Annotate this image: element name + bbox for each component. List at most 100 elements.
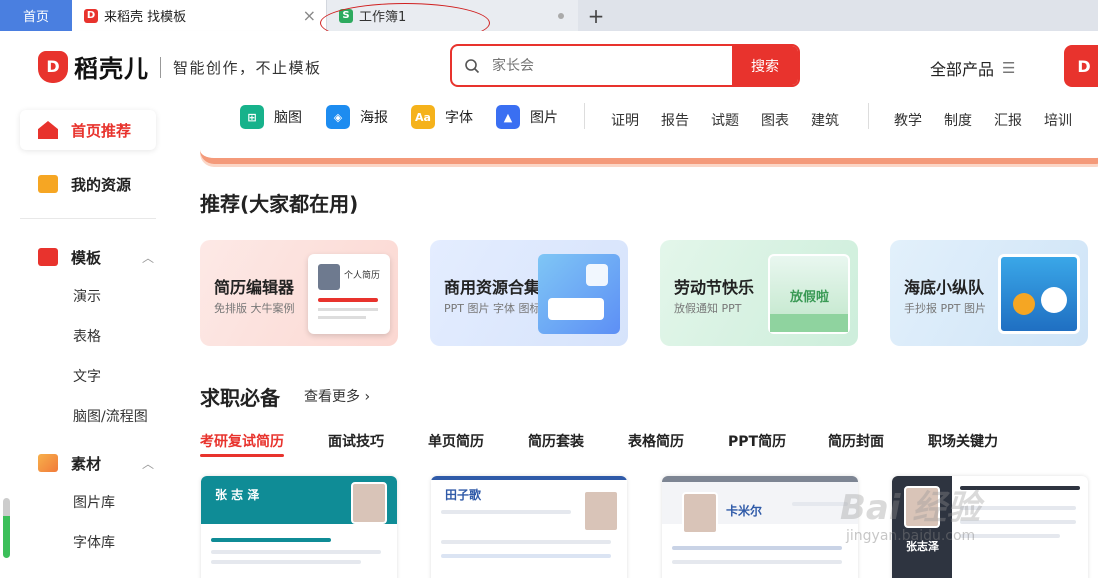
rec-card-subtitle: PPT 图片 字体 图标 (444, 302, 541, 315)
job-tab-grad-resume[interactable]: 考研复试简历 (200, 431, 284, 451)
sidebar-item-home-recommend[interactable]: 首页推荐 (20, 110, 156, 150)
rec-card-title: 简历编辑器 (214, 278, 295, 297)
rec-card-title: 劳动节快乐 (674, 278, 755, 297)
job-tab-resume-set[interactable]: 简历套装 (528, 431, 584, 451)
grid-icon (586, 264, 608, 286)
job-tab-table-resume[interactable]: 表格简历 (628, 431, 684, 451)
text-line (672, 560, 842, 564)
see-more-label: 查看更多 (304, 389, 360, 405)
sidebar-item-materials[interactable]: 素材 ︿ (20, 443, 156, 483)
rec-card-labor-day[interactable]: 劳动节快乐 放假通知 PPT 放假啦 (660, 240, 858, 346)
resume-name: 张 志 泽 (215, 488, 260, 502)
text-line (211, 560, 361, 564)
poster-icon: ◈ (326, 105, 350, 129)
category-exam[interactable]: 试题 (711, 110, 739, 130)
rec-card-octonauts[interactable]: 海底小纵队 手抄报 PPT 图片 (890, 240, 1088, 346)
rec-card-subtitle: 免排版 大牛案例 (214, 302, 295, 315)
job-tab-single-page[interactable]: 单页简历 (428, 431, 484, 451)
new-tab-plus-icon[interactable]: + (578, 0, 614, 31)
chevron-up-icon[interactable]: ︿ (142, 249, 154, 266)
see-more-link[interactable]: 查看更多 › (304, 386, 370, 406)
resume-card[interactable]: 张 志 泽 (201, 476, 397, 578)
sidebar-sub-presentation[interactable]: 演示 (73, 286, 101, 306)
category-label: 图片 (530, 110, 558, 126)
avatar (583, 490, 619, 532)
docer-logo-icon: D (38, 50, 68, 83)
avatar (318, 264, 340, 290)
resume-card[interactable]: 田子歌 (431, 476, 627, 578)
resume-name: 田子歌 (445, 488, 482, 502)
sidebar-item-templates[interactable]: 模板 ︿ (20, 237, 156, 277)
tab-home[interactable]: 首页 (0, 0, 72, 31)
spreadsheet-favicon-icon: S (339, 8, 353, 23)
chevron-up-icon[interactable]: ︿ (142, 455, 154, 472)
sidebar-sub-mindmap[interactable]: 脑图/流程图 (73, 406, 148, 426)
rec-card-title: 海底小纵队 (904, 278, 985, 297)
commercial-thumbnail (538, 254, 620, 334)
font-icon: Aa (411, 105, 435, 129)
resume-name: 卡米尔 (726, 504, 763, 518)
category-report[interactable]: 报告 (661, 110, 689, 130)
home-icon (38, 121, 58, 139)
text-line (441, 510, 571, 514)
sidebar-sub-image-library[interactable]: 图片库 (73, 492, 115, 512)
job-tab-ppt-resume[interactable]: PPT简历 (728, 431, 786, 451)
docer-corner-logo-icon[interactable]: D (1064, 45, 1098, 87)
sidebar-item-my-resources[interactable]: 我的资源 (20, 164, 156, 204)
rec-card-commercial[interactable]: 商用资源合集 PPT 图片 字体 图标 (430, 240, 628, 346)
category-certificate[interactable]: 证明 (611, 110, 639, 130)
category-regulation[interactable]: 制度 (944, 110, 972, 130)
all-products-menu[interactable]: 全部产品 ☰ (930, 56, 1015, 80)
resume-art-label: 个人简历 (344, 271, 381, 281)
category-teaching[interactable]: 教学 (894, 110, 922, 130)
sidebar-item-label: 我的资源 (71, 175, 132, 194)
active-tab-underline (200, 454, 284, 457)
rec-card-resume-editor[interactable]: 简历编辑器 免排版 大牛案例 个人简历 (200, 240, 398, 346)
job-tab-resume-cover[interactable]: 简历封面 (828, 431, 884, 451)
job-tab-career-skills[interactable]: 职场关键力 (928, 431, 998, 451)
text-line (441, 554, 611, 558)
close-icon[interactable]: × (303, 6, 316, 25)
browser-tab-bar: 首页 D 来稻壳 找模板 × S 工作簿1 + (0, 0, 1098, 31)
resume-card[interactable]: 卡米尔 (662, 476, 858, 578)
category-poster[interactable]: ◈ 海报 (326, 105, 388, 129)
category-briefing[interactable]: 汇报 (994, 110, 1022, 130)
character-shape (1013, 293, 1035, 315)
scrollbar[interactable] (3, 498, 10, 558)
octonauts-thumbnail (998, 254, 1080, 334)
rec-card-title: 商用资源合集 (444, 278, 541, 297)
sidebar-item-label: 模板 (71, 248, 102, 267)
rec-card-subtitle: 手抄报 PPT 图片 (904, 302, 986, 315)
category-label: 海报 (360, 110, 388, 126)
category-divider (868, 103, 869, 129)
unsaved-dot-icon (558, 13, 564, 19)
search-input[interactable] (492, 46, 732, 85)
job-tab-interview-tips[interactable]: 面试技巧 (328, 431, 384, 451)
tab-docer[interactable]: D 来稻壳 找模板 × (72, 0, 326, 31)
sidebar-sub-text[interactable]: 文字 (73, 366, 101, 386)
sidebar-sub-spreadsheet[interactable]: 表格 (73, 326, 101, 346)
category-architecture[interactable]: 建筑 (811, 110, 839, 130)
sidebar-sub-font-library[interactable]: 字体库 (73, 532, 115, 552)
logo[interactable]: D 稻壳儿 (38, 49, 149, 84)
search-button[interactable]: 搜索 (732, 46, 798, 85)
category-chart[interactable]: 图表 (761, 110, 789, 130)
category-mindmap[interactable]: ⊞ 脑图 (240, 105, 302, 129)
sidebar-divider (20, 218, 156, 219)
docer-favicon-icon: D (84, 8, 98, 23)
text-line (211, 538, 331, 542)
resume-thumbnail: 个人简历 (308, 254, 390, 334)
sidebar-item-label: 首页推荐 (71, 121, 132, 140)
category-image[interactable]: ▲ 图片 (496, 105, 558, 129)
watermark-sub: jingyan.baidu.com (846, 528, 976, 544)
tab-workbook-label: 工作簿1 (359, 10, 407, 25)
category-training[interactable]: 培训 (1044, 110, 1072, 130)
hamburger-menu-icon: ☰ (1002, 59, 1016, 77)
text-line (318, 316, 366, 319)
labor-day-thumbnail: 放假啦 (768, 254, 850, 334)
text-line (672, 546, 842, 550)
tab-workbook[interactable]: S 工作簿1 (326, 0, 578, 31)
jobs-title: 求职必备 (200, 386, 280, 410)
category-font[interactable]: Aa 字体 (411, 105, 473, 129)
category-panel: ⊞ 脑图 ◈ 海报 Aa 字体 ▲ 图片 证明 报告 试题 图表 建筑 教学 制… (200, 90, 1098, 164)
